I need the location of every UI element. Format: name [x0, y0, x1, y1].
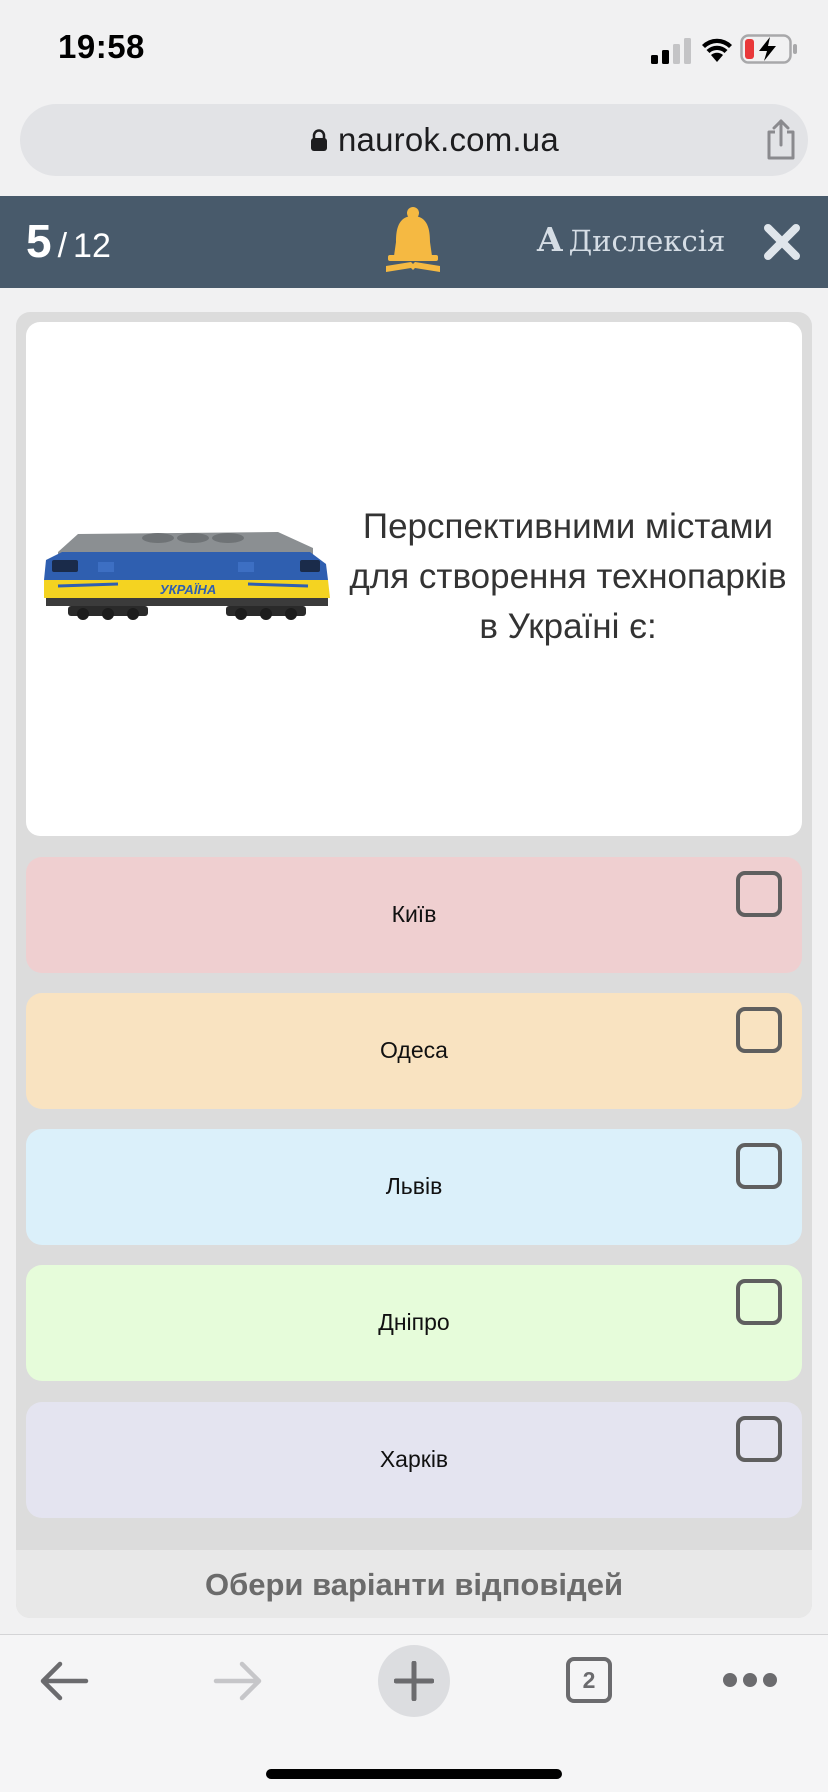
quiz-header: 5/12 A Дислексія: [0, 196, 828, 288]
total-questions: 12: [73, 227, 111, 265]
answer-label: Львів: [385, 1173, 443, 1199]
lock-icon: [311, 129, 327, 151]
browser-toolbar: 2: [0, 1634, 828, 1792]
current-question-number: 5: [26, 215, 52, 267]
address-bar[interactable]: naurok.com.ua: [20, 104, 808, 176]
status-time: 19:58: [58, 28, 145, 65]
bell-icon: [386, 207, 440, 272]
dyslexia-label: Дислексія: [568, 224, 726, 258]
answer-label: Дніпро: [378, 1309, 450, 1335]
share-icon[interactable]: [764, 118, 798, 160]
answer-checkbox[interactable]: [736, 1279, 782, 1325]
url-text[interactable]: naurok.com.ua: [338, 121, 559, 159]
home-indicator[interactable]: [266, 1769, 562, 1779]
locomotive-inscription: УКРАЇНА: [160, 582, 216, 597]
question-progress: 5/12: [26, 214, 111, 268]
close-icon[interactable]: [762, 222, 802, 262]
answer-label: Київ: [391, 901, 437, 927]
answer-label: Харків: [379, 1446, 449, 1472]
answer-checkbox[interactable]: [736, 1007, 782, 1053]
dyslexia-icon: A: [537, 220, 563, 259]
answer-checkbox[interactable]: [736, 1416, 782, 1462]
wifi-icon: [702, 38, 732, 62]
status-bar: 19:58: [0, 0, 828, 96]
tabs-icon[interactable]: 2: [566, 1657, 612, 1703]
quiz-panel: УКРАЇНА Перспективними містами для створ…: [16, 312, 812, 1618]
battery-charging-icon: [740, 34, 797, 64]
forward-arrow-icon[interactable]: [212, 1659, 264, 1703]
answer-option-lviv[interactable]: Львів: [26, 1129, 802, 1245]
answer-label: Одеса: [380, 1037, 448, 1063]
submit-label: Обери варіанти відповідей: [204, 1567, 623, 1602]
progress-separator: /: [57, 227, 68, 265]
signal-icon: [651, 38, 691, 64]
answer-option-dnipro[interactable]: Дніпро: [26, 1265, 802, 1381]
dyslexia-toggle[interactable]: A Дислексія: [537, 220, 725, 259]
answer-checkbox[interactable]: [736, 1143, 782, 1189]
locomotive-image: УКРАЇНА: [44, 532, 330, 620]
new-tab-button[interactable]: [378, 1645, 450, 1717]
answer-checkbox[interactable]: [736, 871, 782, 917]
answer-option-odesa[interactable]: Одеса: [26, 993, 802, 1109]
answer-option-kyiv[interactable]: Київ: [26, 857, 802, 973]
submit-answer-button[interactable]: Обери варіанти відповідей: [16, 1550, 812, 1618]
question-text: Перспективними містами для створення тех…: [349, 507, 787, 646]
answer-option-kharkiv[interactable]: Харків: [26, 1402, 802, 1518]
question-card: УКРАЇНА Перспективними містами для створ…: [26, 322, 802, 836]
more-icon[interactable]: [722, 1671, 778, 1689]
back-arrow-icon[interactable]: [38, 1659, 90, 1703]
plus-icon: [394, 1661, 434, 1701]
